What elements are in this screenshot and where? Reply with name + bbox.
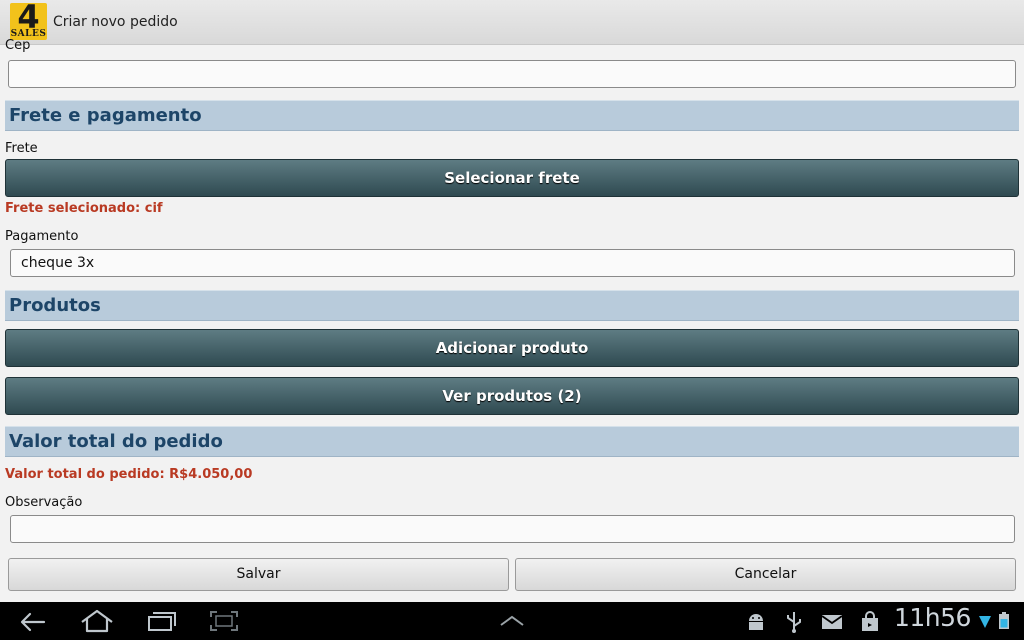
selected-freight-text: Frete selecionado: cif [5,201,163,216]
wifi-icon [978,612,992,636]
clock: 11h56 [894,603,971,632]
email-icon [821,613,843,637]
section-produtos: Produtos [5,290,1019,321]
screenshot-icon[interactable] [208,609,240,633]
order-total-text: Valor total do pedido: R$4.050,00 [5,467,253,482]
home-icon[interactable] [79,609,115,633]
usb-icon [784,610,804,634]
android-debug-icon [746,612,766,636]
cep-input[interactable] [8,60,1016,88]
app-logo: 4 SALES [10,3,47,40]
frete-label: Frete [5,141,38,156]
save-button[interactable]: Salvar [8,558,509,591]
battery-icon [998,612,1010,636]
payment-label: Pagamento [5,229,79,244]
page-title: Criar novo pedido [53,14,178,30]
add-product-button[interactable]: Adicionar produto [5,329,1019,367]
observation-input[interactable] [10,515,1015,543]
store-bag-icon [860,611,880,635]
payment-input[interactable]: cheque 3x [10,249,1015,277]
cep-label: Cep [5,38,31,53]
section-valor-total: Valor total do pedido [5,426,1019,457]
observation-label: Observação [5,495,83,510]
recent-apps-icon[interactable] [146,609,178,633]
section-frete-pagamento: Frete e pagamento [5,100,1019,131]
view-products-button[interactable]: Ver produtos (2) [5,377,1019,415]
cancel-button[interactable]: Cancelar [515,558,1016,591]
up-chevron-icon[interactable] [498,611,526,635]
select-freight-button[interactable]: Selecionar frete [5,159,1019,197]
back-icon[interactable] [18,611,48,635]
title-bar: 4 SALES Criar novo pedido [0,0,1024,45]
